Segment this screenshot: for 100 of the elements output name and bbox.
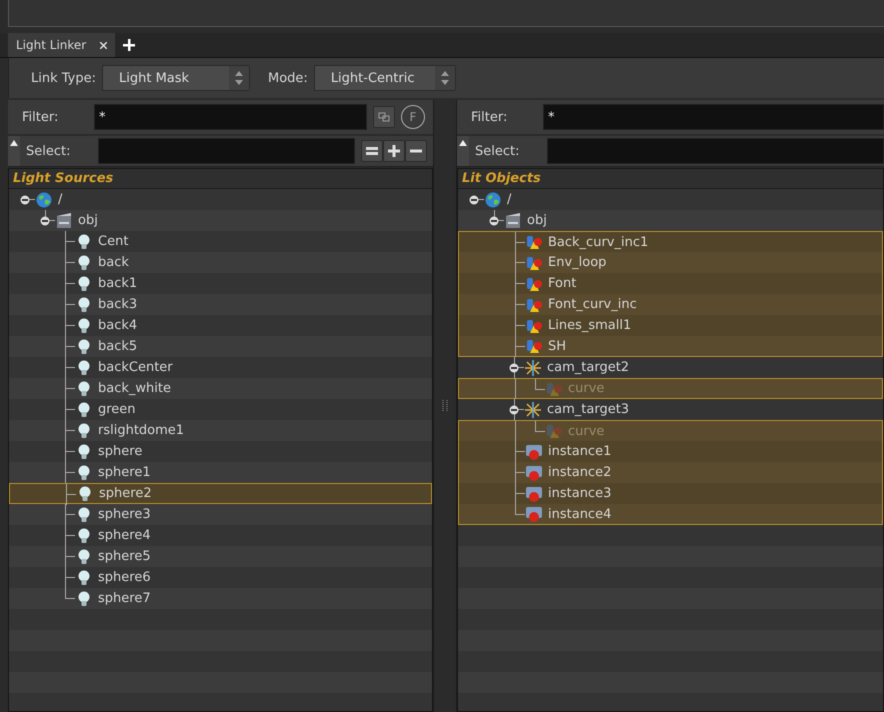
tree-row[interactable]: SH: [458, 336, 883, 357]
tree-row[interactable]: Font_curv_inc: [458, 294, 883, 315]
node-label: instance2: [548, 465, 612, 480]
filter-f-button[interactable]: F: [401, 105, 425, 129]
collapse-icon[interactable]: [489, 216, 499, 226]
tree-row[interactable]: sphere3: [9, 504, 432, 525]
node-label: back_white: [98, 381, 171, 396]
tree-row[interactable]: obj: [9, 210, 432, 231]
tree-connector: [65, 252, 75, 273]
remove-button[interactable]: [405, 140, 427, 162]
node-label: sphere7: [98, 591, 151, 606]
select-field[interactable]: [547, 138, 884, 164]
tree-header: Lit Objects: [458, 169, 883, 189]
tree-row[interactable]: instance1: [458, 441, 883, 462]
tree-row[interactable]: green: [9, 399, 432, 420]
spinner-icon: [434, 66, 455, 90]
node-label: back3: [98, 297, 138, 312]
collapse-icon[interactable]: [20, 194, 30, 204]
tree-row[interactable]: Back_curv_inc1: [458, 231, 883, 252]
tree-row[interactable]: sphere2: [9, 483, 432, 504]
tree-row[interactable]: cam_target2: [458, 357, 883, 378]
tree-row[interactable]: /: [458, 189, 883, 210]
node-label: Lines_small1: [548, 318, 632, 333]
tree-connector: [514, 357, 524, 378]
node-label: green: [98, 402, 136, 417]
tree-row[interactable]: /: [9, 189, 432, 210]
tree-row[interactable]: Cent: [9, 231, 432, 252]
tree-row[interactable]: instance4: [458, 504, 883, 525]
tree-connector: [65, 399, 75, 420]
node-label: sphere: [98, 444, 142, 459]
instance-icon: [525, 505, 543, 523]
collapse-icon[interactable]: [509, 404, 519, 414]
tree-connector: [535, 379, 545, 390]
tree-row[interactable]: back4: [9, 315, 432, 336]
tree-row[interactable]: back5: [9, 336, 432, 357]
grip-icon[interactable]: [442, 399, 448, 413]
tree-row[interactable]: cam_target3: [458, 399, 883, 420]
tree-row[interactable]: backCenter: [9, 357, 432, 378]
equals-icon: [366, 146, 378, 156]
tree-row[interactable]: instance2: [458, 462, 883, 483]
tree-connector: [65, 420, 75, 441]
close-icon[interactable]: [100, 42, 108, 48]
node-label: Cent: [98, 234, 128, 249]
node-label: Back_curv_inc1: [548, 234, 648, 250]
tree-connector: [65, 273, 75, 294]
node-label: curve: [568, 424, 604, 438]
tree-row[interactable]: Font: [458, 273, 883, 294]
node-label: backCenter: [98, 360, 173, 375]
tree-connector: [65, 231, 75, 252]
scroll-up-icon[interactable]: [457, 136, 469, 166]
mode-dropdown[interactable]: Light-Centric: [314, 65, 456, 91]
filter-label: Filter:: [22, 110, 60, 124]
tree-line: [515, 420, 516, 442]
node-label: SH: [548, 338, 566, 354]
tree-header: Light Sources: [9, 169, 432, 189]
pane-tab[interactable]: Light Linker: [8, 33, 116, 57]
tree-row[interactable]: sphere6: [9, 567, 432, 588]
tree-row[interactable]: sphere4: [9, 525, 432, 546]
geo-icon: [545, 422, 563, 440]
node-label: rslightdome1: [98, 423, 184, 438]
node-label: back1: [98, 276, 138, 291]
tree-connector: [45, 210, 55, 221]
link-icon: [378, 112, 390, 122]
tree-row[interactable]: sphere7: [9, 588, 432, 609]
instance-icon: [525, 464, 543, 482]
tree-connector: [515, 294, 525, 315]
link-type-dropdown[interactable]: Light Mask: [102, 65, 250, 91]
node-label: obj: [78, 213, 98, 228]
node-label: obj: [527, 213, 547, 228]
node-label: Font: [548, 276, 576, 291]
tree-connector: [65, 504, 75, 525]
link-button[interactable]: [373, 106, 395, 128]
scroll-up-icon[interactable]: [8, 136, 20, 166]
select-field[interactable]: [98, 138, 355, 164]
tree-row[interactable]: sphere1: [9, 462, 432, 483]
tree-connector: [535, 421, 545, 432]
instance-icon: [525, 442, 543, 460]
tree-row[interactable]: back: [9, 252, 432, 273]
collapse-icon[interactable]: [509, 362, 519, 372]
collapse-icon[interactable]: [40, 216, 50, 226]
collapse-icon[interactable]: [469, 194, 479, 204]
add-button[interactable]: [383, 140, 405, 162]
filter-field[interactable]: *: [94, 104, 367, 130]
link-type-label: Link Type:: [31, 70, 96, 86]
tree-row[interactable]: back_white: [9, 378, 432, 399]
tree-row[interactable]: obj: [458, 210, 883, 231]
tree-row[interactable]: sphere: [9, 441, 432, 462]
tree-row[interactable]: Lines_small1: [458, 315, 883, 336]
tree-row[interactable]: back3: [9, 294, 432, 315]
tree-row[interactable]: instance3: [458, 483, 883, 504]
node-label: sphere6: [98, 570, 151, 585]
tree-connector: [515, 336, 525, 357]
equals-button[interactable]: [361, 140, 383, 162]
tree-row[interactable]: back1: [9, 273, 432, 294]
filter-label: Filter:: [471, 110, 508, 124]
filter-field[interactable]: *: [543, 104, 884, 130]
tree-row[interactable]: rslightdome1: [9, 420, 432, 441]
tree-row[interactable]: Env_loop: [458, 252, 883, 273]
node-label: /: [58, 192, 62, 207]
tree-row[interactable]: sphere5: [9, 546, 432, 567]
